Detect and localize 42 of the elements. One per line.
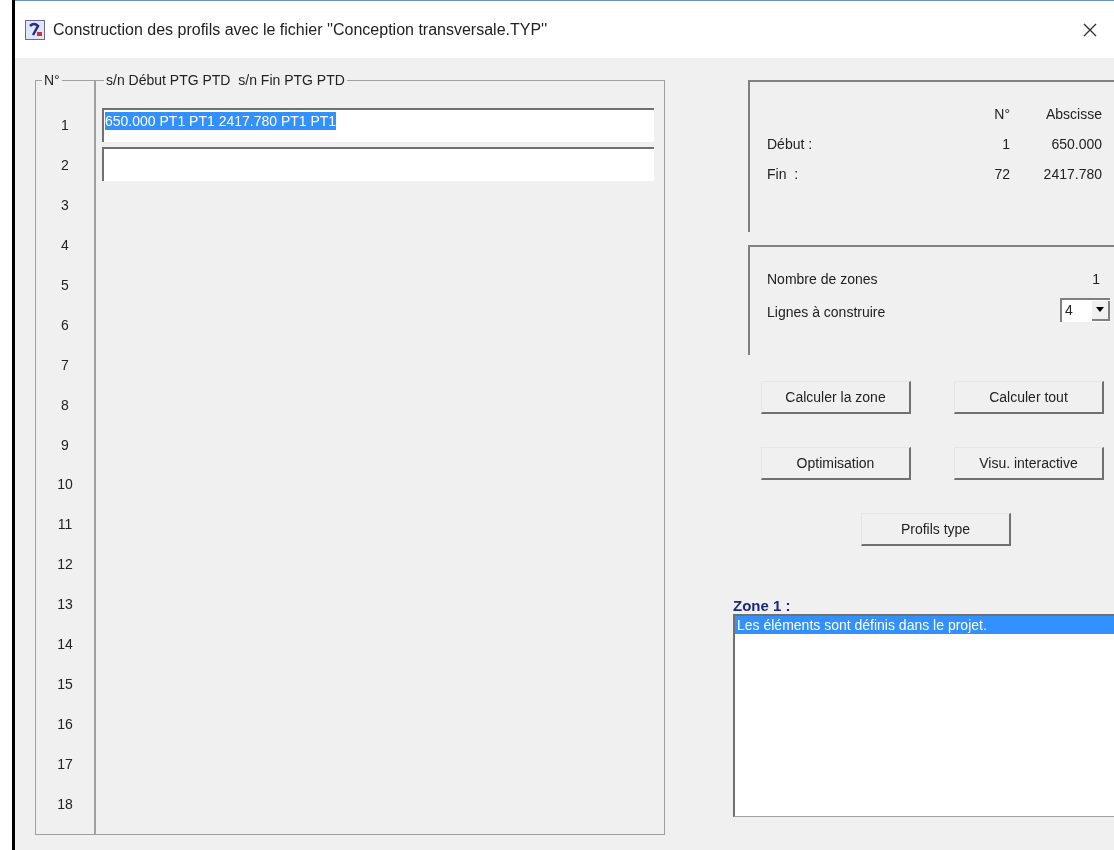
row-label: Début :: [767, 135, 814, 154]
row-number: 16: [57, 715, 73, 735]
lines-label: Lignes à construire: [767, 303, 887, 322]
point-number: 72: [993, 165, 1011, 184]
action-button[interactable]: Profils type: [861, 513, 1011, 546]
column-header: N°: [993, 105, 1011, 124]
column-header: Abscisse: [1044, 105, 1102, 124]
caret-icon: [1096, 307, 1104, 312]
row-number: 14: [57, 635, 73, 655]
action-button[interactable]: Visu. interactive: [954, 447, 1104, 480]
row-number: 9: [61, 435, 69, 455]
row-number: 5: [61, 275, 69, 295]
close-icon: [1083, 22, 1097, 37]
zone-count-label: Nombre de zones: [767, 270, 879, 289]
row-number: 18: [57, 794, 73, 814]
row-number: 15: [57, 675, 73, 695]
abscissa-value: 2417.780: [1042, 165, 1102, 184]
row-number: 13: [57, 595, 73, 615]
abscissa-value: 650.000: [1050, 135, 1102, 154]
row-number: 8: [61, 395, 69, 415]
row-number: 1: [61, 116, 69, 135]
point-number: 1: [1001, 135, 1011, 154]
action-button[interactable]: Calculer tout: [954, 381, 1104, 414]
row-number: 10: [57, 475, 73, 495]
row-number: 6: [61, 315, 69, 335]
window-title: Construction des profils avec le fichier ''Conception transversale.TYP'': [53, 19, 548, 40]
row-number: 7: [61, 355, 69, 375]
lines-dropdown[interactable]: 4: [1060, 297, 1110, 322]
row-number: 4: [61, 235, 69, 255]
action-button[interactable]: Calculer la zone: [761, 381, 911, 414]
row-label: Fin :: [767, 165, 800, 184]
row-number: 3: [61, 195, 69, 215]
input-field[interactable]: [102, 147, 654, 181]
row-number: 11: [57, 515, 73, 535]
zone-title: Zone 1 :: [733, 598, 792, 614]
row-number: 12: [57, 555, 73, 575]
dropdown-value: 4: [1064, 301, 1074, 320]
row-number: 2: [61, 155, 69, 175]
action-button[interactable]: Optimisation: [761, 447, 911, 480]
app-icon: [25, 19, 45, 40]
zone-count: 1: [1091, 270, 1100, 289]
row-number: 17: [57, 755, 73, 774]
